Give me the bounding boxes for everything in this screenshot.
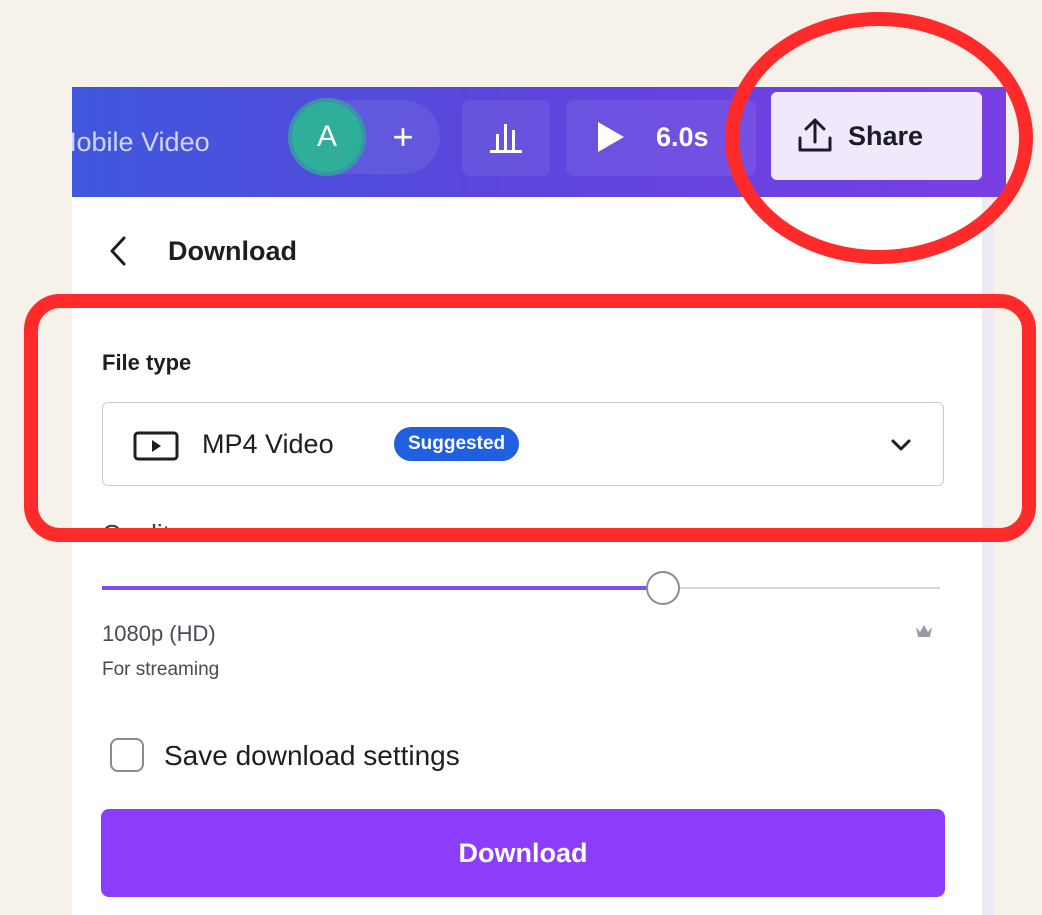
back-chevron-icon[interactable]: [104, 234, 134, 268]
file-type-label: File type: [102, 350, 192, 375]
panel-scrollbar[interactable]: [982, 197, 994, 915]
video-file-icon: [133, 431, 179, 461]
play-icon: [598, 122, 624, 152]
file-type-value: MP4 Video: [202, 429, 334, 459]
crown-icon: [916, 625, 932, 637]
save-settings-checkbox[interactable]: [110, 738, 144, 772]
suggested-badge: Suggested: [394, 427, 520, 461]
quality-slider-fill: [102, 586, 664, 590]
resolution-description: For streaming: [102, 659, 220, 680]
document-title-text: Mobile Video: [72, 127, 210, 157]
resolution-label: 1080p (HD): [102, 621, 216, 646]
add-collaborator-button[interactable]: +: [388, 110, 418, 166]
download-button[interactable]: Download: [101, 809, 945, 897]
save-settings-label[interactable]: Save download settings: [164, 733, 460, 779]
insights-button[interactable]: [462, 100, 550, 176]
panel-title: Download: [168, 236, 297, 266]
document-title[interactable]: Mobile Video: [72, 87, 252, 197]
quality-label: Quality: [102, 519, 183, 540]
duration-label: 6.0s: [656, 122, 709, 152]
chevron-down-icon: [891, 439, 911, 451]
download-panel: [72, 197, 982, 915]
upload-share-icon: [798, 118, 832, 152]
insights-icon: [490, 124, 522, 153]
avatar[interactable]: A: [288, 98, 366, 176]
share-label: Share: [848, 121, 924, 151]
